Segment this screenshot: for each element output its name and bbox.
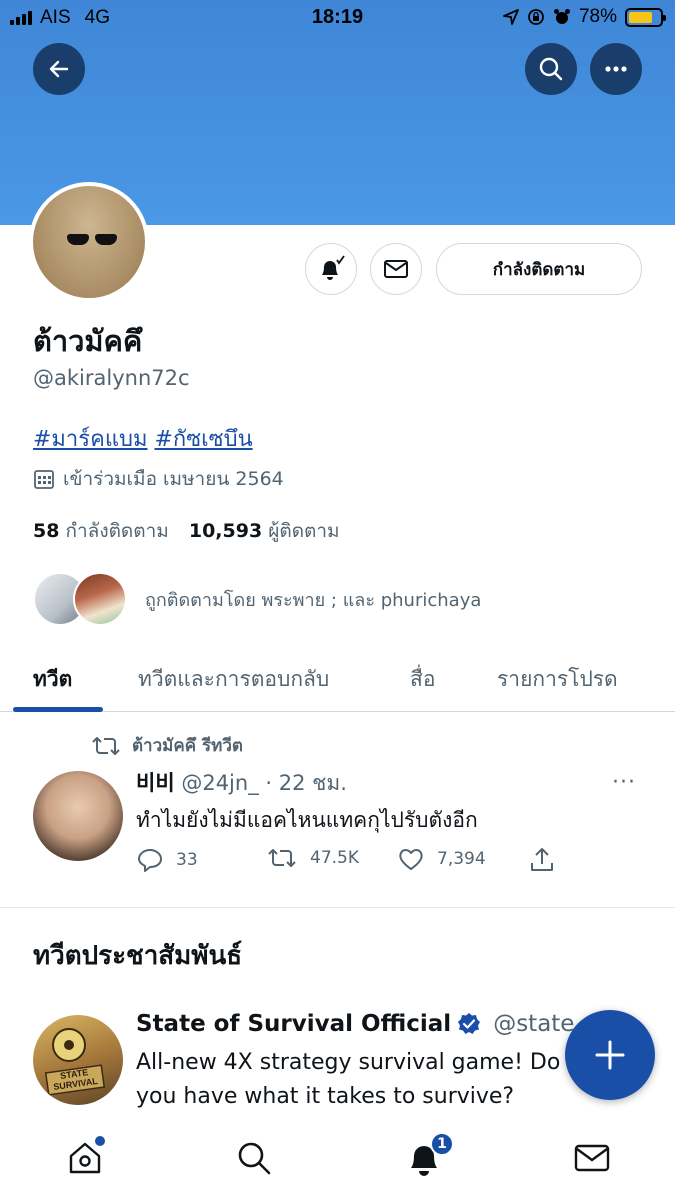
profile-bio: #มาร์คแบม #กัซเซบึน xyxy=(33,421,253,456)
back-arrow-icon xyxy=(49,60,69,78)
promoted-author-name[interactable]: State of Survival Official xyxy=(136,1011,451,1037)
share-icon xyxy=(531,848,553,871)
followed-by-text: ถูกติดตามโดย พระพาย ; และ phurichaya xyxy=(145,589,482,611)
location-icon xyxy=(503,9,519,25)
rotation-lock-icon xyxy=(528,9,544,25)
status-right: 78% xyxy=(503,6,666,28)
bio-hashtag[interactable]: #มาร์คแบม xyxy=(33,427,147,452)
profile-handle: @akiralynn72c xyxy=(33,366,190,390)
more-icon xyxy=(605,66,627,72)
tab-tweets-and-replies[interactable]: ทวีตและการตอบกลับ xyxy=(138,663,329,696)
battery-icon xyxy=(625,7,666,27)
section-divider xyxy=(0,907,675,908)
join-date: เข้าร่วมเมือ เมษายน 2564 xyxy=(33,464,284,494)
followed-by[interactable]: ถูกติดตามโดย พระพาย ; และ phurichaya xyxy=(33,572,481,626)
nav-home[interactable] xyxy=(63,1136,107,1180)
more-button[interactable] xyxy=(590,43,642,95)
bell-check-icon xyxy=(322,255,345,280)
plus-icon xyxy=(595,1040,625,1070)
mail-icon xyxy=(384,260,408,278)
alarm-icon xyxy=(553,9,570,24)
tab-media[interactable]: สื่อ xyxy=(410,663,435,696)
promoted-header: State of Survival Official @state_s xyxy=(136,1011,598,1037)
retweet-context[interactable]: ต้าวมัคคึ รีทวีต xyxy=(90,732,243,759)
promoted-text: All-new 4X strategy survival game! Do yo… xyxy=(136,1050,561,1109)
tweet-author-name[interactable]: 비비 xyxy=(136,771,175,795)
following-button[interactable]: กำลังติดตาม xyxy=(436,243,642,295)
reply-count: 33 xyxy=(176,850,198,870)
tab-likes[interactable]: รายการโปรด xyxy=(497,663,618,696)
biohazard-sign-icon: STATE SURVIVAL xyxy=(44,1028,106,1096)
retweet-icon xyxy=(268,849,296,867)
like-button[interactable]: 7,394 xyxy=(397,846,486,872)
heart-icon xyxy=(399,849,423,870)
tweet-header: 비비 @24jn_ · 22 ชม. xyxy=(136,767,347,800)
retweet-count: 47.5K xyxy=(310,848,359,868)
active-tab-indicator xyxy=(13,707,103,712)
promoted-section-title: ทวีตประชาสัมพันธ์ xyxy=(33,941,243,971)
retweet-label: ต้าวมัคคึ รีทวีต xyxy=(132,736,243,756)
nav-search[interactable] xyxy=(232,1136,276,1180)
nav-messages[interactable] xyxy=(570,1136,614,1180)
follow-stats: 58 กำลังติดตาม 10,593 ผู้ติดตาม xyxy=(33,516,340,546)
search-icon xyxy=(539,57,563,81)
display-name: ต้าวมัคคึ xyxy=(33,324,143,358)
back-button[interactable] xyxy=(33,43,85,95)
status-bar: AIS 4G 18:19 78% xyxy=(0,0,675,36)
retweet-button[interactable]: 47.5K xyxy=(266,846,359,870)
notification-count-badge: 1 xyxy=(430,1132,454,1156)
following-stat[interactable]: 58 กำลังติดตาม xyxy=(33,520,169,542)
tweet-text: ทำไมยังไม่มีแอคไหนแทคกุไปรับตังอีก xyxy=(136,808,478,832)
reply-button[interactable]: 33 xyxy=(136,846,198,874)
nav-notifications[interactable]: 1 xyxy=(402,1132,454,1180)
followers-stat[interactable]: 10,593 ผู้ติดตาม xyxy=(189,520,340,542)
promoted-author-avatar[interactable]: STATE SURVIVAL xyxy=(33,1015,123,1105)
search-button[interactable] xyxy=(525,43,577,95)
retweet-icon xyxy=(92,736,120,755)
home-new-dot xyxy=(95,1136,105,1146)
share-button[interactable] xyxy=(528,846,556,874)
profile-avatar[interactable] xyxy=(29,182,149,302)
bio-hashtag[interactable]: #กัซเซบึน xyxy=(154,427,252,452)
calendar-icon xyxy=(34,470,54,489)
tweet-author-avatar[interactable] xyxy=(33,771,123,861)
tweet-time: · 22 ชม. xyxy=(265,771,347,795)
bottom-navigation: 1 xyxy=(0,1118,675,1200)
notifications-toggle-button[interactable] xyxy=(305,243,357,295)
search-icon xyxy=(238,1142,271,1175)
battery-percent: 78% xyxy=(578,6,617,27)
compose-tweet-button[interactable] xyxy=(565,1010,655,1100)
tweet-more-button[interactable]: ··· xyxy=(612,770,636,795)
sunglasses-graphic xyxy=(67,234,117,245)
profile-tabs: ทวีต ทวีตและการตอบกลับ สื่อ รายการโปรด xyxy=(0,650,675,712)
message-button[interactable] xyxy=(370,243,422,295)
join-date-label: เข้าร่วมเมือ เมษายน 2564 xyxy=(63,468,284,490)
tab-tweets[interactable]: ทวีต xyxy=(33,663,72,696)
tweet-author-handle[interactable]: @24jn_ xyxy=(181,771,258,795)
mail-icon xyxy=(574,1144,610,1172)
reply-icon xyxy=(138,849,162,872)
like-count: 7,394 xyxy=(437,849,486,869)
follower-avatar xyxy=(73,572,127,626)
verified-badge-icon xyxy=(458,1013,481,1034)
